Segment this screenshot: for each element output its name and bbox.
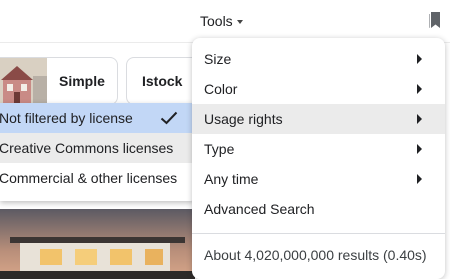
license-option-label: Not filtered by license <box>0 110 133 126</box>
chevron-right-icon <box>417 84 422 94</box>
checkmark-icon <box>160 111 178 125</box>
chip-label: Simple <box>59 73 105 89</box>
results-stats: About 4,020,000,000 results (0.40s) <box>204 247 427 263</box>
menu-item-label: Color <box>204 81 238 97</box>
license-dropdown: Not filtered by license Creative Commons… <box>0 103 196 201</box>
chevron-right-icon <box>417 54 422 64</box>
menu-item-label: Usage rights <box>204 111 283 127</box>
chip-simple[interactable]: Simple <box>0 57 118 105</box>
menu-divider <box>192 233 445 234</box>
license-option-label: Creative Commons licenses <box>0 140 174 156</box>
tools-label: Tools <box>200 13 233 29</box>
caret-down-icon <box>236 19 243 24</box>
license-option-not-filtered[interactable]: Not filtered by license <box>0 103 196 133</box>
license-option-commercial[interactable]: Commercial & other licenses <box>0 163 196 193</box>
tools-menu: Size Color Usage rights Type Any time Ad… <box>192 38 445 279</box>
menu-item-size[interactable]: Size <box>192 44 445 74</box>
bookmark-icon[interactable] <box>428 11 442 29</box>
license-option-creative-commons[interactable]: Creative Commons licenses <box>0 133 196 163</box>
menu-item-label: Advanced Search <box>204 201 315 217</box>
result-image[interactable] <box>0 209 195 279</box>
menu-item-type[interactable]: Type <box>192 134 445 164</box>
license-option-label: Commercial & other licenses <box>0 170 178 186</box>
tools-button[interactable]: Tools <box>200 11 243 31</box>
menu-item-label: Any time <box>204 171 259 187</box>
menu-item-label: Size <box>204 51 232 67</box>
chevron-right-icon <box>417 174 422 184</box>
menu-item-color[interactable]: Color <box>192 74 445 104</box>
menu-item-advanced-search[interactable]: Advanced Search <box>192 194 445 224</box>
house-thumbnail <box>0 58 47 104</box>
menu-item-label: Type <box>204 141 235 157</box>
chevron-right-icon <box>417 144 422 154</box>
chip-label: Istock <box>142 73 183 89</box>
chevron-right-icon <box>417 114 422 124</box>
menu-item-usage-rights[interactable]: Usage rights <box>192 104 445 134</box>
menu-item-any-time[interactable]: Any time <box>192 164 445 194</box>
